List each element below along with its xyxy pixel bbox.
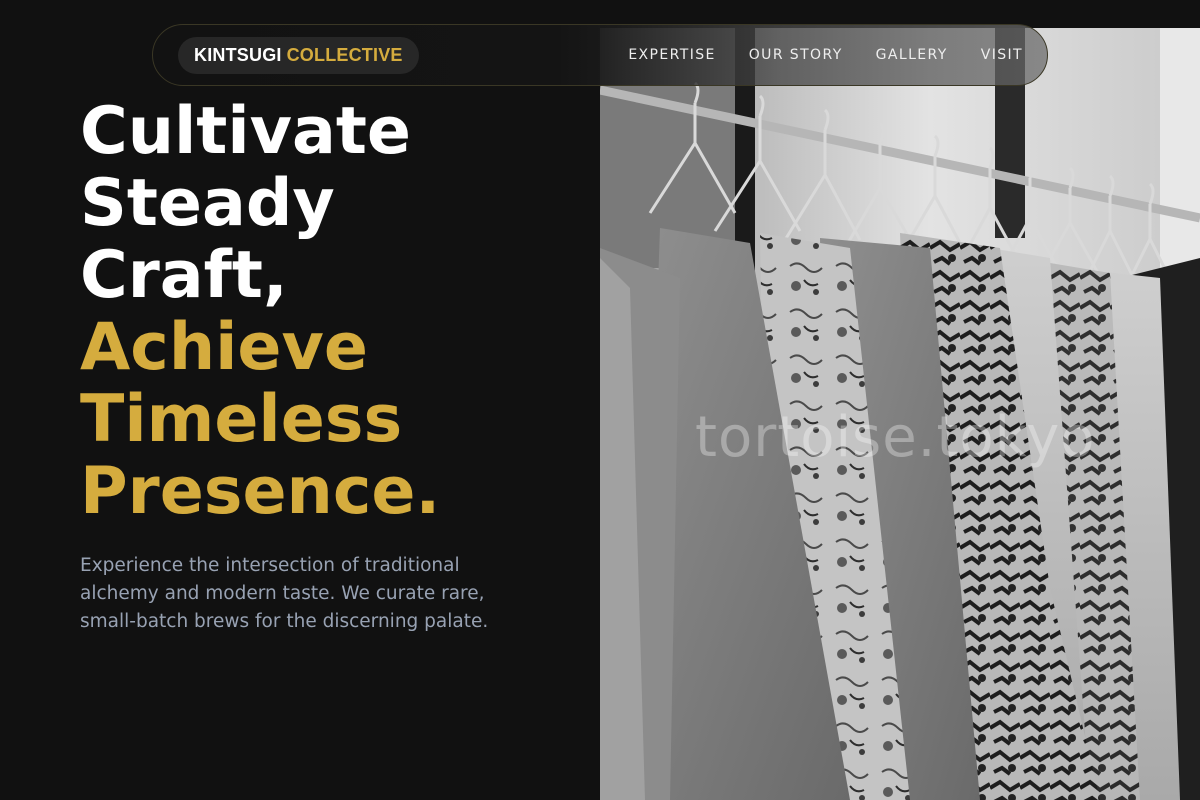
nav-link-gallery[interactable]: GALLERY (876, 47, 948, 63)
brand-word-collective: COLLECTIVE (286, 45, 403, 65)
nav-link-our-story[interactable]: OUR STORY (749, 47, 843, 63)
headline-line-4: Achieve (80, 310, 368, 385)
hero-headline: Cultivate Steady Craft, Achieve Timeless… (80, 96, 440, 528)
headline-line-3: Craft, (80, 238, 288, 313)
hero-photo-clothing-rack: tortoise.tokyo (600, 28, 1200, 800)
nav-link-expertise[interactable]: EXPERTISE (628, 47, 715, 63)
headline-line-1: Cultivate (80, 94, 411, 169)
headline-line-5: Timeless (80, 382, 403, 457)
nav-links: EXPERTISE OUR STORY GALLERY VISIT (628, 25, 1023, 85)
brand-word-kintsugi: KINTSUGI (194, 45, 282, 65)
nav-link-visit[interactable]: VISIT (981, 47, 1023, 63)
photo-watermark: tortoise.tokyo (695, 405, 1096, 470)
headline-line-6: Presence. (80, 454, 441, 529)
brand-logo[interactable]: KINTSUGI COLLECTIVE (178, 37, 419, 74)
top-navigation-bar: KINTSUGI COLLECTIVE EXPERTISE OUR STORY … (152, 24, 1048, 86)
headline-line-2: Steady (80, 166, 335, 241)
hero-intro-text: Experience the intersection of tradition… (80, 555, 489, 632)
